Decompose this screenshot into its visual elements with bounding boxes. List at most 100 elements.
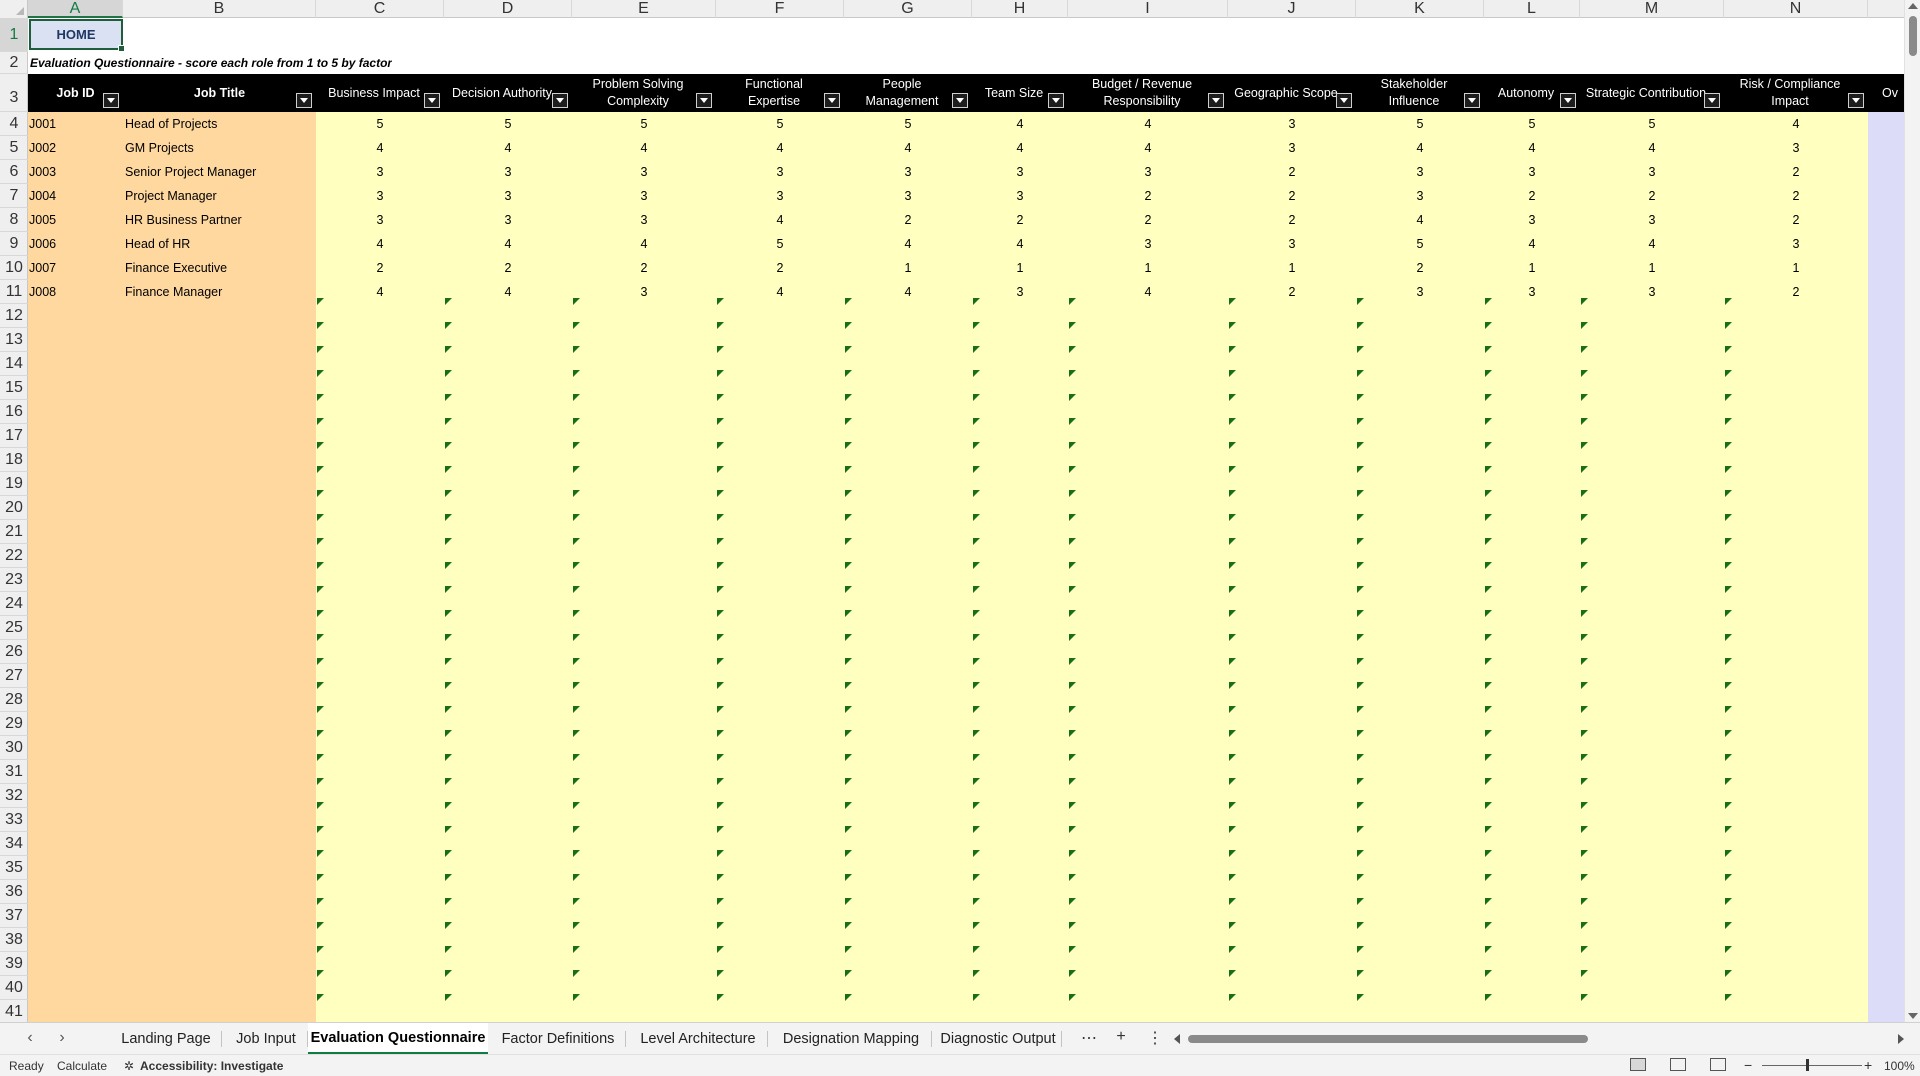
row-header[interactable]: 20 — [0, 496, 28, 520]
score-cell[interactable]: 2 — [972, 213, 1068, 227]
score-cell[interactable]: 5 — [716, 117, 844, 131]
column-header[interactable]: K — [1356, 0, 1484, 18]
score-cell[interactable]: 2 — [1228, 165, 1356, 179]
score-cell[interactable]: 4 — [716, 141, 844, 155]
score-cell[interactable]: 4 — [1068, 117, 1228, 131]
zoom-slider[interactable] — [1762, 1065, 1862, 1066]
score-cell[interactable]: 3 — [572, 189, 716, 203]
job-id-cell[interactable]: J005 — [29, 213, 122, 227]
row-header[interactable]: 2 — [0, 52, 28, 74]
job-title-cell[interactable]: Project Manager — [125, 189, 314, 203]
score-cell[interactable]: 3 — [1356, 285, 1484, 299]
row-header[interactable]: 35 — [0, 856, 28, 880]
score-cell[interactable]: 4 — [972, 117, 1068, 131]
more-tabs-icon[interactable]: ⋯ — [1078, 1028, 1100, 1048]
column-header[interactable]: C — [316, 0, 444, 18]
horizontal-scrollbar[interactable] — [1168, 1033, 1904, 1045]
score-cell[interactable]: 4 — [1484, 237, 1580, 251]
filter-dropdown-icon[interactable] — [952, 93, 968, 108]
score-cell[interactable]: 1 — [972, 261, 1068, 275]
score-cell[interactable]: 2 — [1580, 189, 1724, 203]
column-header[interactable]: E — [572, 0, 716, 18]
score-cell[interactable]: 5 — [844, 117, 972, 131]
score-cell[interactable]: 4 — [716, 285, 844, 299]
row-header[interactable]: 41 — [0, 1000, 28, 1022]
score-cell[interactable]: 4 — [972, 141, 1068, 155]
score-cell[interactable]: 3 — [972, 285, 1068, 299]
row-header[interactable]: 37 — [0, 904, 28, 928]
scroll-right-icon[interactable]: › — [52, 1029, 72, 1047]
filter-dropdown-icon[interactable] — [103, 93, 119, 108]
score-cell[interactable]: 2 — [1356, 261, 1484, 275]
row-header[interactable]: 9 — [0, 232, 28, 256]
score-cell[interactable]: 1 — [1724, 261, 1868, 275]
normal-view-icon[interactable] — [1630, 1058, 1646, 1071]
score-cell[interactable]: 3 — [716, 189, 844, 203]
score-cell[interactable]: 3 — [1580, 213, 1724, 227]
filter-dropdown-icon[interactable] — [824, 93, 840, 108]
score-cell[interactable]: 3 — [316, 165, 444, 179]
row-header[interactable]: 11 — [0, 280, 28, 304]
score-cell[interactable]: 2 — [716, 261, 844, 275]
zoom-in-icon[interactable]: + — [1864, 1057, 1872, 1073]
filter-dropdown-icon[interactable] — [1048, 93, 1064, 108]
score-cell[interactable]: 4 — [1068, 285, 1228, 299]
score-cell[interactable]: 4 — [1484, 141, 1580, 155]
vertical-scroll-thumb[interactable] — [1909, 16, 1917, 56]
column-header[interactable]: B — [123, 0, 316, 18]
score-cell[interactable]: 2 — [1068, 189, 1228, 203]
row-header[interactable]: 38 — [0, 928, 28, 952]
row-header[interactable]: 31 — [0, 760, 28, 784]
score-cell[interactable]: 2 — [1724, 213, 1868, 227]
row-header[interactable]: 10 — [0, 256, 28, 280]
row-header[interactable]: 24 — [0, 592, 28, 616]
job-id-cell[interactable]: J002 — [29, 141, 122, 155]
score-cell[interactable]: 4 — [1580, 237, 1724, 251]
score-cell[interactable]: 4 — [572, 237, 716, 251]
column-header[interactable]: I — [1068, 0, 1228, 18]
filter-dropdown-icon[interactable] — [552, 93, 568, 108]
filter-dropdown-icon[interactable] — [1464, 93, 1480, 108]
score-cell[interactable]: 3 — [1228, 237, 1356, 251]
row-header[interactable]: 23 — [0, 568, 28, 592]
zoom-level[interactable]: 100% — [1884, 1059, 1915, 1073]
score-cell[interactable]: 3 — [572, 213, 716, 227]
row-header[interactable]: 19 — [0, 472, 28, 496]
score-cell[interactable]: 3 — [1484, 285, 1580, 299]
row-header[interactable]: 28 — [0, 688, 28, 712]
job-id-cell[interactable]: J003 — [29, 165, 122, 179]
column-header[interactable]: J — [1228, 0, 1356, 18]
score-cell[interactable]: 3 — [1068, 165, 1228, 179]
score-cell[interactable]: 4 — [972, 237, 1068, 251]
score-cell[interactable]: 5 — [716, 237, 844, 251]
score-cell[interactable]: 1 — [1580, 261, 1724, 275]
hscroll-left-icon[interactable] — [1174, 1034, 1180, 1044]
sheet-tab[interactable]: Level Architecture — [628, 1023, 768, 1055]
score-cell[interactable]: 5 — [444, 117, 572, 131]
score-cell[interactable]: 3 — [1068, 237, 1228, 251]
score-cell[interactable]: 3 — [972, 165, 1068, 179]
column-header[interactable]: N — [1724, 0, 1868, 18]
job-id-cell[interactable]: J001 — [29, 117, 122, 131]
row-header[interactable]: 34 — [0, 832, 28, 856]
sheet-tab[interactable]: Evaluation Questionnaire — [308, 1023, 488, 1055]
row-header[interactable]: 17 — [0, 424, 28, 448]
row-header[interactable]: 14 — [0, 352, 28, 376]
score-cell[interactable]: 4 — [1356, 141, 1484, 155]
score-cell[interactable]: 3 — [1580, 165, 1724, 179]
score-cell[interactable]: 4 — [716, 213, 844, 227]
job-title-cell[interactable]: GM Projects — [125, 141, 314, 155]
sheet-tab[interactable]: Factor Definitions — [490, 1023, 626, 1055]
score-cell[interactable]: 4 — [1068, 141, 1228, 155]
filter-dropdown-icon[interactable] — [424, 93, 440, 108]
score-cell[interactable]: 4 — [316, 237, 444, 251]
score-cell[interactable]: 4 — [444, 141, 572, 155]
score-cell[interactable]: 1 — [1228, 261, 1356, 275]
add-sheet-icon[interactable]: + — [1110, 1028, 1132, 1046]
column-header[interactable]: D — [444, 0, 572, 18]
column-header[interactable]: A — [28, 0, 123, 18]
score-cell[interactable]: 2 — [1228, 189, 1356, 203]
column-header[interactable]: L — [1484, 0, 1580, 18]
filter-dropdown-icon[interactable] — [1208, 93, 1224, 108]
score-cell[interactable]: 1 — [1484, 261, 1580, 275]
